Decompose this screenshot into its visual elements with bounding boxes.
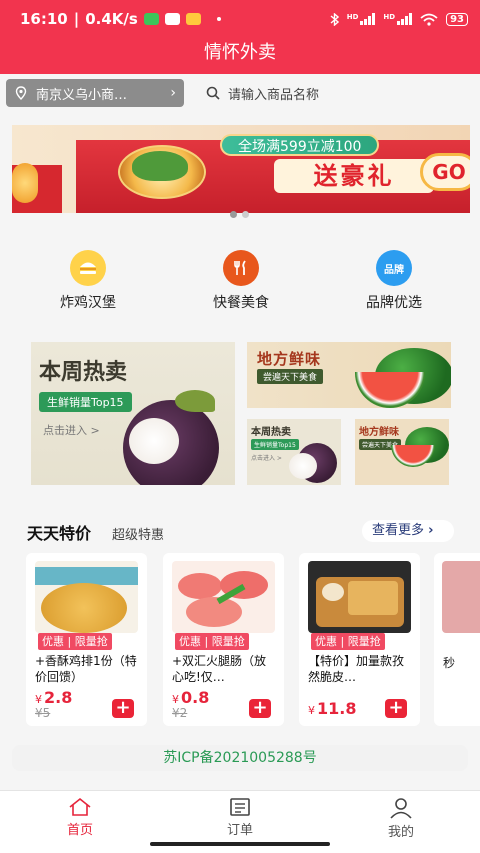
banner-pager xyxy=(230,211,249,218)
home-icon xyxy=(69,797,91,816)
watermelon-image xyxy=(391,427,449,467)
zongzi-image xyxy=(132,151,188,181)
category-label: 快餐美食 xyxy=(213,295,269,311)
product-name: +双汇火腿肠（放心吃!仅… xyxy=(172,654,267,684)
view-more-label: 查看更多 xyxy=(372,523,425,538)
product-card-partial[interactable]: 秒 xyxy=(434,553,480,726)
brand-badge-icon: 品牌 xyxy=(376,250,412,286)
search-bar[interactable]: 请输入商品名称 xyxy=(196,79,472,107)
top-bar: 16:10 | 0.4K/s HD HD 93 情怀外卖 xyxy=(0,0,480,74)
product-badge: 优惠 | 限量抢 xyxy=(311,633,385,650)
mangosteen-image xyxy=(123,390,219,485)
chevron-right-icon: › xyxy=(170,85,176,101)
category-label: 品牌优选 xyxy=(366,295,422,311)
promo-mini-local-title: 地方鲜味 xyxy=(359,427,399,438)
nav-profile[interactable]: 我的 xyxy=(361,797,441,840)
category-brand[interactable]: 品牌 品牌优选 xyxy=(344,250,444,312)
promo-mini-week-title: 本周热卖 xyxy=(251,427,291,438)
burger-icon xyxy=(70,250,106,286)
banner-headline: 送豪礼 xyxy=(274,159,434,193)
pager-dot xyxy=(242,211,249,218)
signal-1-icon: HD xyxy=(347,13,376,25)
nav-orders[interactable]: 订单 xyxy=(200,797,280,838)
promo-mini-week[interactable]: 本周热卖 生鲜销量Top15 点击进入 > xyxy=(247,419,341,485)
wifi-icon xyxy=(420,13,438,26)
product-price: ¥2.8 xyxy=(35,688,73,707)
nav-home[interactable]: 首页 xyxy=(40,797,120,838)
app-notification-icon xyxy=(164,13,180,25)
view-more-button[interactable]: 查看更多 › xyxy=(362,520,454,542)
specials-title: 天天特价 xyxy=(27,524,92,543)
nav-label: 订单 xyxy=(226,823,253,838)
wechat-icon xyxy=(143,13,159,25)
product-card[interactable]: 优惠 | 限量抢 +双汇火腿肠（放心吃!仅… ¥0.8 ¥2 + xyxy=(163,553,284,726)
search-placeholder: 请输入商品名称 xyxy=(228,87,320,103)
location-text: 南京义乌小商… xyxy=(36,87,128,103)
product-badge: 优惠 | 限量抢 xyxy=(175,633,249,650)
icp-record: 苏ICP备2021005288号 xyxy=(12,745,468,771)
promo-week-title: 本周热卖 xyxy=(39,360,128,385)
message-icon xyxy=(185,13,201,25)
promo-week-tag: 生鲜销量Top15 xyxy=(39,392,132,412)
promo-mini-local[interactable]: 地方鲜味 尝遍天下美食 xyxy=(355,419,449,485)
product-card[interactable]: 优惠 | 限量抢 +香酥鸡排1份（特价回馈） ¥2.8 ¥5 + xyxy=(26,553,147,726)
promo-local-flavor[interactable]: 地方鲜味 尝遍天下美食 xyxy=(247,342,451,408)
banner-promo-text: 全场满599立减100 xyxy=(220,134,380,156)
product-name: 【特价】加量款孜然脆皮… xyxy=(308,654,405,684)
chicken-cutlet-image xyxy=(35,561,138,633)
signal-2-icon: HD xyxy=(383,13,413,25)
promo-local-title: 地方鲜味 xyxy=(257,350,322,368)
bluetooth-icon xyxy=(330,12,339,26)
status-bar: 16:10 | 0.4K/s HD HD 93 xyxy=(0,0,480,38)
product-name: 秒 xyxy=(443,656,456,670)
promo-mini-week-link[interactable]: 点击进入 > xyxy=(251,453,282,462)
promo-banner[interactable]: 全场满599立减100 送豪礼 GO xyxy=(12,125,470,213)
nav-label: 我的 xyxy=(387,825,414,840)
battery-icon: 93 xyxy=(446,12,468,26)
add-to-cart-button[interactable]: + xyxy=(385,699,407,718)
specials-subtitle: 超级特惠 xyxy=(112,528,165,543)
status-time: 16:10 xyxy=(20,10,68,28)
home-indicator xyxy=(150,842,330,846)
category-fried-chicken[interactable]: 炸鸡汉堡 xyxy=(38,250,138,312)
location-pin-icon xyxy=(15,86,27,100)
category-fast-food[interactable]: 快餐美食 xyxy=(191,250,291,312)
category-label: 炸鸡汉堡 xyxy=(60,295,116,311)
mangosteen-image xyxy=(289,443,337,483)
gold-coin-image xyxy=(12,163,38,203)
nav-label: 首页 xyxy=(66,823,93,838)
product-old-price: ¥2 xyxy=(172,706,188,720)
promo-mini-week-tag: 生鲜销量Top15 xyxy=(251,439,299,450)
add-to-cart-button[interactable]: + xyxy=(112,699,134,718)
product-price: ¥11.8 xyxy=(308,699,357,718)
banner-go-button[interactable]: GO xyxy=(420,153,470,191)
fork-knife-icon xyxy=(223,250,259,286)
watermelon-image xyxy=(355,348,451,408)
product-card[interactable]: 优惠 | 限量抢 【特价】加量款孜然脆皮… ¥11.8 + xyxy=(299,553,420,726)
product-name: +香酥鸡排1份（特价回馈） xyxy=(35,654,137,684)
product-price: ¥0.8 xyxy=(172,688,210,707)
product-old-price: ¥5 xyxy=(35,706,51,720)
search-icon xyxy=(206,86,220,100)
network-speed: 0.4K/s xyxy=(85,10,138,28)
profile-icon xyxy=(390,798,412,819)
product-badge: 优惠 | 限量抢 xyxy=(38,633,112,650)
location-selector[interactable]: 南京义乌小商… › xyxy=(6,79,184,107)
promo-week-link[interactable]: 点击进入 > xyxy=(43,422,100,438)
more-notifications-icon xyxy=(216,17,221,21)
promo-local-tag: 尝遍天下美食 xyxy=(257,369,324,384)
orders-icon xyxy=(230,798,250,816)
promo-week-hot[interactable]: 本周热卖 生鲜销量Top15 点击进入 > xyxy=(31,342,235,485)
add-to-cart-button[interactable]: + xyxy=(249,699,271,718)
crispy-meal-image xyxy=(308,561,411,633)
chevron-right-icon: › xyxy=(428,523,434,538)
ham-sausage-image xyxy=(172,561,275,633)
page-title: 情怀外卖 xyxy=(204,42,276,63)
pager-dot-active xyxy=(230,211,237,218)
